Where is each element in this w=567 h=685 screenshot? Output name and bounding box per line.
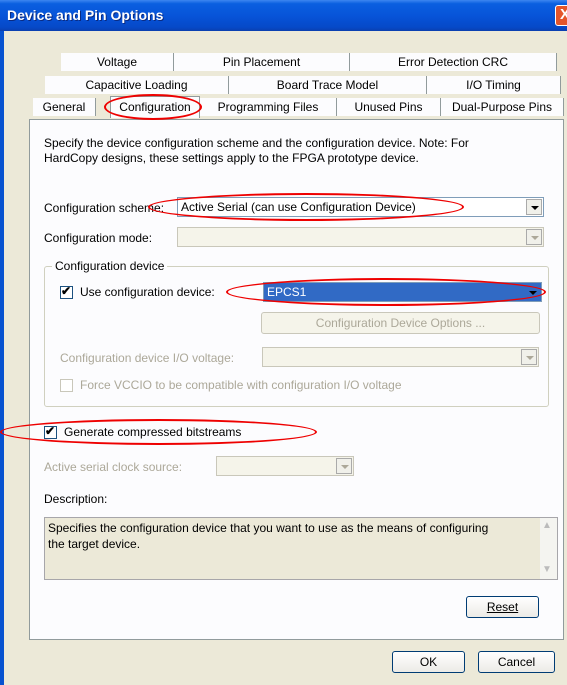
scroll-up-icon[interactable]: ▲	[542, 520, 555, 533]
reset-button-label: Reset	[486, 600, 519, 614]
description-box: Specifies the configuration device that …	[44, 517, 558, 580]
close-icon: X	[560, 6, 567, 23]
reset-button[interactable]: Reset	[466, 596, 539, 618]
generate-compressed-label: Generate compressed bitstreams	[64, 425, 242, 439]
serial-clock-label: Active serial clock source:	[44, 460, 183, 474]
description-line-2: the target device.	[48, 537, 141, 551]
config-device-select[interactable]: EPCS1	[263, 282, 542, 302]
tab-board-trace-model[interactable]: Board Trace Model	[229, 76, 427, 94]
checkmark-icon: ✔	[61, 284, 72, 298]
use-config-device-label: Use configuration device:	[80, 285, 215, 299]
checkmark-icon: ✔	[45, 424, 56, 438]
io-voltage-label: Configuration device I/O voltage:	[60, 351, 235, 365]
config-device-group-title: Configuration device	[52, 259, 168, 273]
generate-compressed-checkbox[interactable]: ✔	[44, 424, 57, 439]
chevron-down-icon[interactable]	[521, 349, 537, 365]
cancel-button[interactable]: Cancel	[478, 651, 555, 673]
config-scheme-select[interactable]: Active Serial (can use Configuration Dev…	[177, 197, 544, 217]
close-button[interactable]: X	[555, 5, 567, 26]
intro-line-2: HardCopy designs, these settings apply t…	[44, 151, 419, 165]
config-device-options-button[interactable]: Configuration Device Options ...	[261, 312, 540, 334]
intro-line-1: Specify the device configuration scheme …	[44, 136, 469, 150]
tab-io-timing[interactable]: I/O Timing	[427, 76, 561, 94]
config-scheme-value: Active Serial (can use Configuration Dev…	[181, 200, 416, 214]
scroll-down-icon[interactable]: ▼	[542, 564, 555, 577]
description-line-1: Specifies the configuration device that …	[48, 521, 489, 535]
tab-general[interactable]: General	[33, 98, 96, 116]
window-title: Device and Pin Options	[7, 7, 164, 23]
tab-pin-placement[interactable]: Pin Placement	[174, 53, 350, 71]
config-mode-select[interactable]	[177, 227, 544, 247]
tab-unused-pins[interactable]: Unused Pins	[337, 98, 441, 116]
config-mode-label: Configuration mode:	[44, 231, 153, 245]
chevron-down-icon[interactable]	[526, 199, 542, 215]
chevron-down-icon[interactable]	[526, 229, 542, 245]
chevron-down-icon[interactable]	[524, 284, 540, 300]
tab-capacitive-loading[interactable]: Capacitive Loading	[45, 76, 229, 94]
config-scheme-label: Configuration scheme:	[44, 201, 165, 215]
description-label: Description:	[44, 492, 108, 506]
tab-voltage[interactable]: Voltage	[61, 53, 174, 71]
io-voltage-select[interactable]	[262, 347, 539, 367]
tab-configuration[interactable]: Configuration	[110, 96, 200, 118]
config-device-value: EPCS1	[267, 285, 307, 299]
description-scrollbar[interactable]: ▲ ▼	[540, 518, 557, 579]
use-config-device-checkbox[interactable]: ✔	[60, 284, 73, 299]
force-vccio-checkbox[interactable]	[60, 379, 73, 392]
serial-clock-select[interactable]	[216, 456, 354, 476]
tab-dual-purpose-pins[interactable]: Dual-Purpose Pins	[441, 98, 564, 116]
tab-error-detection-crc[interactable]: Error Detection CRC	[350, 53, 557, 71]
force-vccio-label: Force VCCIO to be compatible with config…	[80, 378, 402, 392]
chevron-down-icon[interactable]	[336, 458, 352, 474]
tab-programming-files[interactable]: Programming Files	[200, 98, 337, 116]
ok-button[interactable]: OK	[392, 651, 465, 673]
